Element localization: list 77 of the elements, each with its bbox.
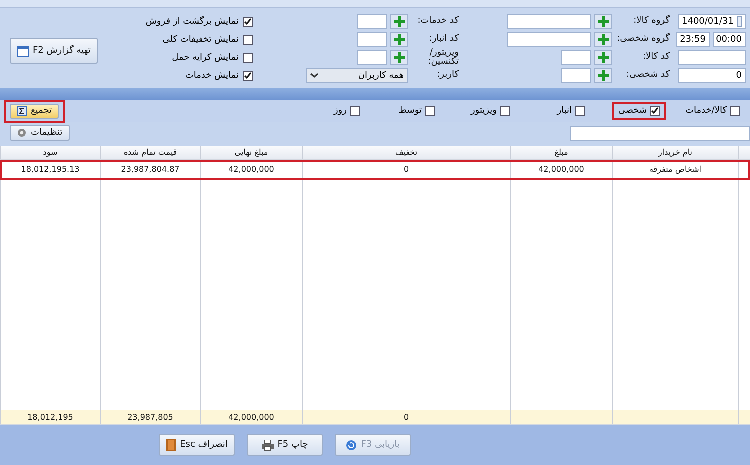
add-button[interactable]: [594, 50, 612, 65]
table-cell: 42,000,000: [200, 160, 302, 180]
checkbox[interactable]: [243, 34, 253, 44]
check-icon: [651, 107, 659, 115]
sum-icon: [17, 106, 27, 116]
time-field[interactable]: 00:00: [713, 32, 746, 47]
option-label: شخصی: [618, 106, 647, 116]
lookup-field[interactable]: [507, 14, 591, 29]
option-label: انبار: [557, 106, 572, 116]
report-button[interactable]: تهیه گزارش F2: [10, 38, 98, 64]
table-cell: 23,987,804.87: [100, 160, 200, 180]
refresh-icon: [346, 440, 358, 450]
add-button[interactable]: [594, 68, 612, 83]
field-label: کد خدمات:: [416, 17, 459, 26]
table-cell: اشخاص متفرقه: [612, 160, 738, 180]
checkbox[interactable]: [425, 106, 435, 116]
number-field[interactable]: 0: [678, 68, 746, 83]
plus-icon: [394, 52, 404, 63]
option-label: کالا/خدمات: [685, 106, 727, 116]
option-label: روز: [334, 106, 347, 116]
lookup-field[interactable]: [561, 50, 591, 65]
plus-icon: [394, 16, 404, 27]
table-cell: 0: [302, 160, 510, 180]
checkbox[interactable]: [350, 106, 360, 116]
add-button[interactable]: [390, 14, 408, 29]
check-icon: [244, 18, 252, 26]
print-button[interactable]: چاپ F5: [247, 434, 323, 456]
user-select[interactable]: همه کاربران: [306, 68, 408, 83]
checkbox[interactable]: [730, 106, 740, 116]
merge-button[interactable]: تجمیع: [10, 104, 60, 118]
checkbox[interactable]: [500, 106, 510, 116]
field-label: کد کالا:: [642, 53, 670, 62]
option-label: ویزیتور: [470, 106, 497, 116]
lookup-field[interactable]: [357, 50, 387, 65]
option-label: نمایش کرایه حمل: [172, 52, 239, 62]
printer-icon: [262, 440, 274, 450]
time-field[interactable]: 23:59: [676, 32, 710, 47]
field-label: ویزیتور/ تکنسین:: [427, 48, 459, 66]
add-button[interactable]: [390, 50, 408, 65]
option-label: نمایش تخفیفات کلی: [162, 34, 239, 44]
option-label: توسط: [398, 106, 422, 116]
settings-button[interactable]: تنظیمات: [10, 125, 70, 141]
add-button[interactable]: [594, 14, 612, 29]
door-icon: [166, 439, 176, 451]
field-label: کاربر:: [436, 71, 459, 80]
lookup-field[interactable]: [507, 32, 591, 47]
field-label: گروه شخصی:: [616, 35, 670, 44]
plus-icon: [598, 70, 608, 81]
settings-icon: [17, 128, 27, 138]
table-cell: 18,012,195.13: [0, 160, 100, 180]
add-button[interactable]: [390, 32, 408, 47]
checkbox[interactable]: [650, 106, 660, 116]
checkbox[interactable]: [243, 52, 253, 62]
plus-icon: [598, 16, 608, 27]
checkbox[interactable]: [243, 70, 253, 80]
table-cell: 42,000,000: [510, 160, 612, 180]
lookup-field[interactable]: [357, 14, 387, 29]
plus-icon: [394, 34, 404, 45]
dropdown-icon: [310, 71, 319, 80]
add-button[interactable]: [594, 32, 612, 47]
window-icon: [17, 46, 29, 56]
option-label: نمایش خدمات: [185, 70, 239, 80]
lookup-field[interactable]: [561, 68, 591, 83]
search-field[interactable]: [570, 126, 750, 140]
cancel-button[interactable]: انصراف Esc: [159, 434, 235, 456]
plus-icon: [598, 34, 608, 45]
plus-icon: [598, 52, 608, 63]
option-label: نمایش برگشت از فروش: [146, 16, 239, 26]
checkbox[interactable]: [575, 106, 585, 116]
text-field[interactable]: [678, 50, 746, 65]
check-icon: [244, 72, 252, 80]
checkbox[interactable]: [243, 16, 253, 26]
field-label: کد شخصی:: [625, 71, 670, 80]
date-field[interactable]: 1400/01/31: [678, 14, 746, 29]
field-label: کد انبار:: [428, 35, 459, 44]
lookup-field[interactable]: [357, 32, 387, 47]
field-label: گروه کالا:: [632, 17, 670, 26]
